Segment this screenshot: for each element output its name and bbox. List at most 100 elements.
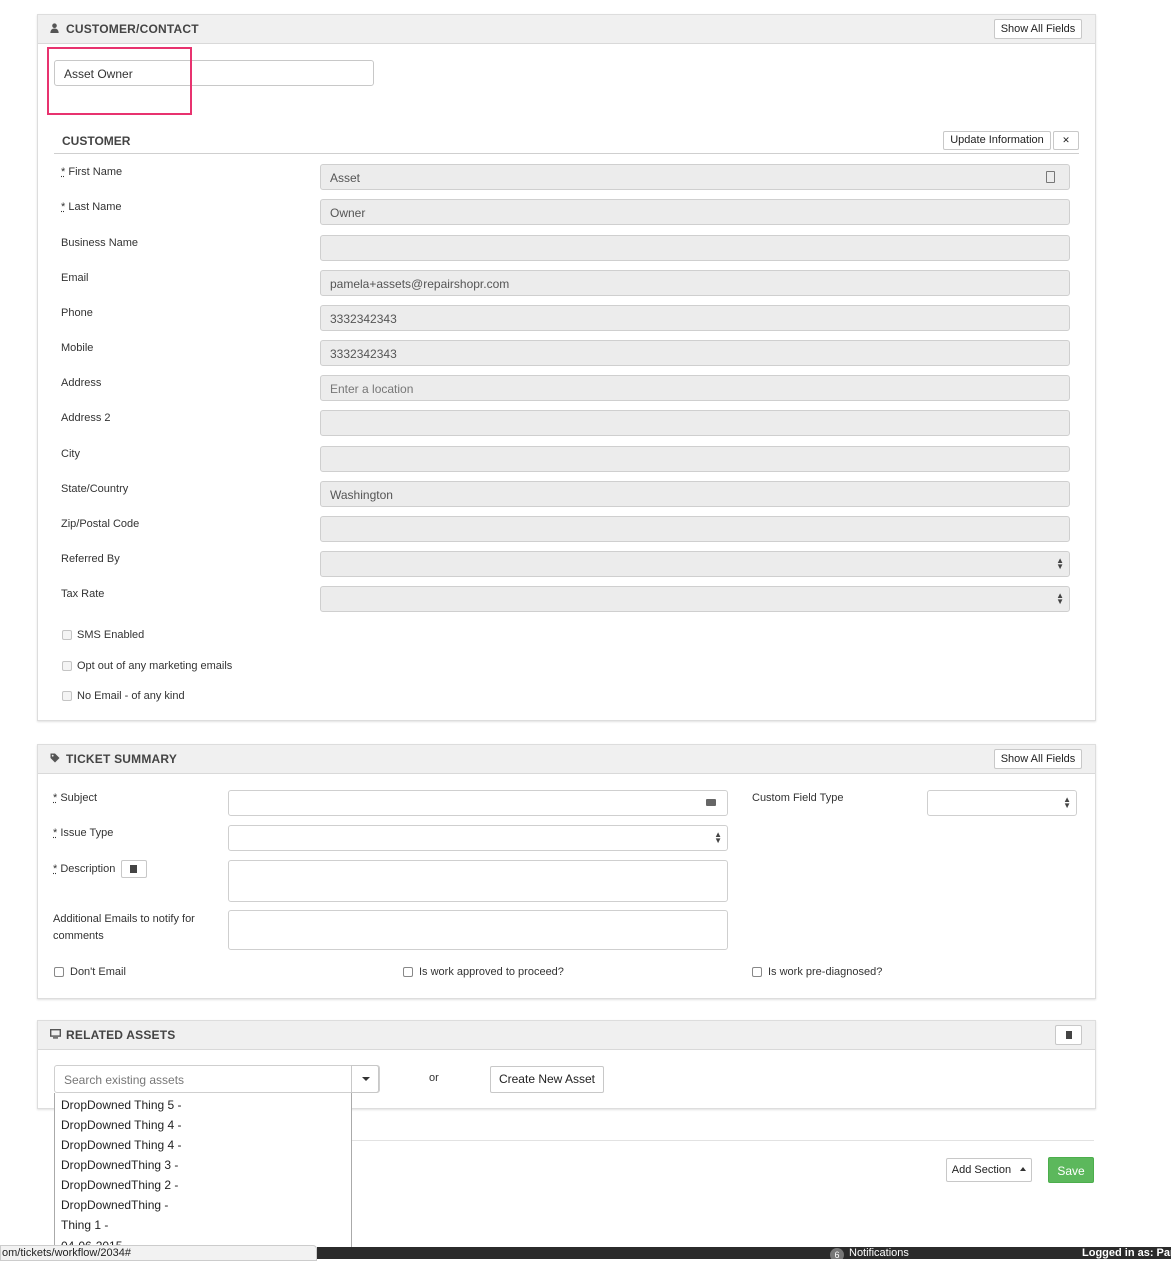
or-text: or: [429, 1072, 439, 1084]
logged-in-text: Logged in as: Pam: [1082, 1247, 1171, 1259]
delete-section-button[interactable]: [1055, 1025, 1082, 1045]
paste-icon: [130, 865, 137, 873]
dropdown-option[interactable]: DropDowned Thing 4 -: [55, 1135, 351, 1155]
keyboard-icon: [706, 799, 716, 806]
customer-contact-title: CUSTOMER/CONTACT: [50, 22, 199, 36]
last-name-label: * Last Name: [61, 201, 122, 213]
dropdown-option[interactable]: Thing 1 -: [55, 1215, 351, 1236]
subject-input[interactable]: [228, 790, 728, 816]
select-arrows-icon: ▲ ▼: [1056, 591, 1064, 606]
customer-subsection-title: CUSTOMER: [62, 134, 131, 148]
caret-up-icon: [1020, 1167, 1027, 1171]
description-label: * Description: [53, 863, 116, 875]
add-section-button[interactable]: Add Section: [946, 1158, 1032, 1182]
related-assets-title: RELATED ASSETS: [49, 1028, 176, 1042]
issue-type-select[interactable]: ▲ ▼: [228, 825, 728, 851]
issue-type-label: * Issue Type: [53, 827, 114, 839]
pre-diagnosed-label: Is work pre-diagnosed?: [768, 966, 883, 978]
address-field[interactable]: Enter a location: [320, 375, 1070, 401]
paste-button[interactable]: [121, 860, 147, 878]
ticket-summary-title-text: TICKET SUMMARY: [66, 752, 178, 766]
monitor-icon: [49, 1028, 64, 1042]
customer-contact-title-text: CUSTOMER/CONTACT: [66, 22, 199, 36]
opt-out-marketing-checkbox[interactable]: [62, 661, 72, 671]
phone-field[interactable]: 3332342343: [320, 305, 1070, 331]
subject-label: * Subject: [53, 792, 98, 804]
address2-field[interactable]: [320, 410, 1070, 436]
create-new-asset-button[interactable]: Create New Asset: [490, 1066, 604, 1093]
asset-dropdown-list: DropDowned Thing 5 - DropDowned Thing 4 …: [54, 1093, 352, 1259]
related-assets-header: RELATED ASSETS: [38, 1021, 1095, 1050]
additional-emails-label: Additional Emails to notify for comments: [53, 913, 195, 942]
notifications-count-badge: 6: [830, 1248, 844, 1259]
mobile-field[interactable]: 3332342343: [320, 340, 1070, 366]
custom-field-type-select[interactable]: ▲ ▼: [927, 790, 1077, 816]
tax-rate-select[interactable]: ▲ ▼: [320, 586, 1070, 612]
email-field[interactable]: pamela+assets@repairshopr.com: [320, 270, 1070, 296]
business-name-label: Business Name: [61, 237, 139, 249]
footer-divider: [352, 1140, 1094, 1141]
referred-by-select[interactable]: ▲ ▼: [320, 551, 1070, 577]
first-name-field[interactable]: Asset: [320, 164, 1070, 190]
zip-field[interactable]: [320, 516, 1070, 542]
description-textarea[interactable]: [228, 860, 728, 902]
business-name-field[interactable]: [320, 235, 1070, 261]
work-approved-label: Is work approved to proceed?: [419, 966, 564, 978]
state-country-label: State/Country: [61, 483, 129, 495]
ticket-show-all-fields-button[interactable]: Show All Fields: [994, 749, 1082, 769]
work-approved-checkbox[interactable]: [403, 967, 413, 977]
save-button[interactable]: Save: [1048, 1157, 1094, 1183]
customer-contact-panel: CUSTOMER/CONTACT Show All Fields Asset O…: [37, 14, 1096, 721]
pre-diagnosed-checkbox[interactable]: [752, 967, 762, 977]
dropdown-option[interactable]: DropDownedThing 3 -: [55, 1155, 351, 1175]
dropdown-option[interactable]: DropDownedThing 2 -: [55, 1175, 351, 1195]
asset-search-input[interactable]: Search existing assets: [54, 1065, 380, 1093]
trash-icon: [1066, 1031, 1072, 1039]
tax-rate-label: Tax Rate: [61, 588, 105, 600]
first-name-label: * First Name: [61, 166, 123, 178]
zip-label: Zip/Postal Code: [61, 518, 140, 530]
ticket-summary-panel: TICKET SUMMARY Show All Fields * Subject…: [37, 744, 1096, 999]
state-country-field[interactable]: Washington: [320, 481, 1070, 507]
sms-enabled-checkbox[interactable]: [62, 630, 72, 640]
dropdown-option[interactable]: DropDownedThing -: [55, 1195, 351, 1215]
customer-subsection-divider: [54, 153, 1079, 154]
no-email-checkbox[interactable]: [62, 691, 72, 701]
additional-emails-textarea[interactable]: [228, 910, 728, 950]
bottom-bar: 6 Notifications Logged in as: Pam: [317, 1247, 1171, 1259]
mobile-label: Mobile: [61, 342, 94, 354]
dont-email-label: Don't Email: [70, 966, 126, 978]
tag-icon: [50, 752, 64, 766]
no-email-label: No Email - of any kind: [77, 690, 185, 702]
address2-label: Address 2: [61, 412, 111, 424]
asset-search-dropdown-button[interactable]: [351, 1065, 379, 1093]
caret-down-icon: [362, 1077, 370, 1081]
customer-contact-header: CUSTOMER/CONTACT Show All Fields: [38, 15, 1095, 44]
related-assets-title-text: RELATED ASSETS: [66, 1028, 176, 1042]
referred-by-label: Referred By: [61, 553, 120, 565]
sms-enabled-label: SMS Enabled: [77, 629, 145, 641]
update-information-button[interactable]: Update Information: [943, 131, 1051, 150]
highlight-box: [47, 47, 192, 115]
select-arrows-icon: ▲ ▼: [714, 830, 722, 845]
notifications-link[interactable]: Notifications: [849, 1247, 909, 1259]
select-arrows-icon: ▲ ▼: [1063, 795, 1071, 810]
dropdown-option[interactable]: DropDowned Thing 4 -: [55, 1115, 351, 1135]
contact-card-icon: [1046, 171, 1055, 183]
close-icon: ✕: [1062, 135, 1070, 145]
dropdown-option[interactable]: DropDowned Thing 5 -: [55, 1095, 351, 1115]
user-icon: [50, 22, 64, 36]
ticket-summary-header: TICKET SUMMARY Show All Fields: [38, 745, 1095, 774]
city-label: City: [61, 448, 80, 460]
city-field[interactable]: [320, 446, 1070, 472]
select-arrows-icon: ▲ ▼: [1056, 556, 1064, 571]
opt-out-marketing-label: Opt out of any marketing emails: [77, 660, 233, 672]
phone-label: Phone: [61, 307, 93, 319]
dont-email-checkbox[interactable]: [54, 967, 64, 977]
last-name-field[interactable]: Owner: [320, 199, 1070, 225]
address-label: Address: [61, 377, 102, 389]
custom-field-type-label: Custom Field Type: [752, 792, 844, 804]
close-customer-button[interactable]: ✕: [1053, 131, 1079, 150]
show-all-fields-button[interactable]: Show All Fields: [994, 19, 1082, 39]
ticket-summary-title: TICKET SUMMARY: [50, 752, 177, 766]
